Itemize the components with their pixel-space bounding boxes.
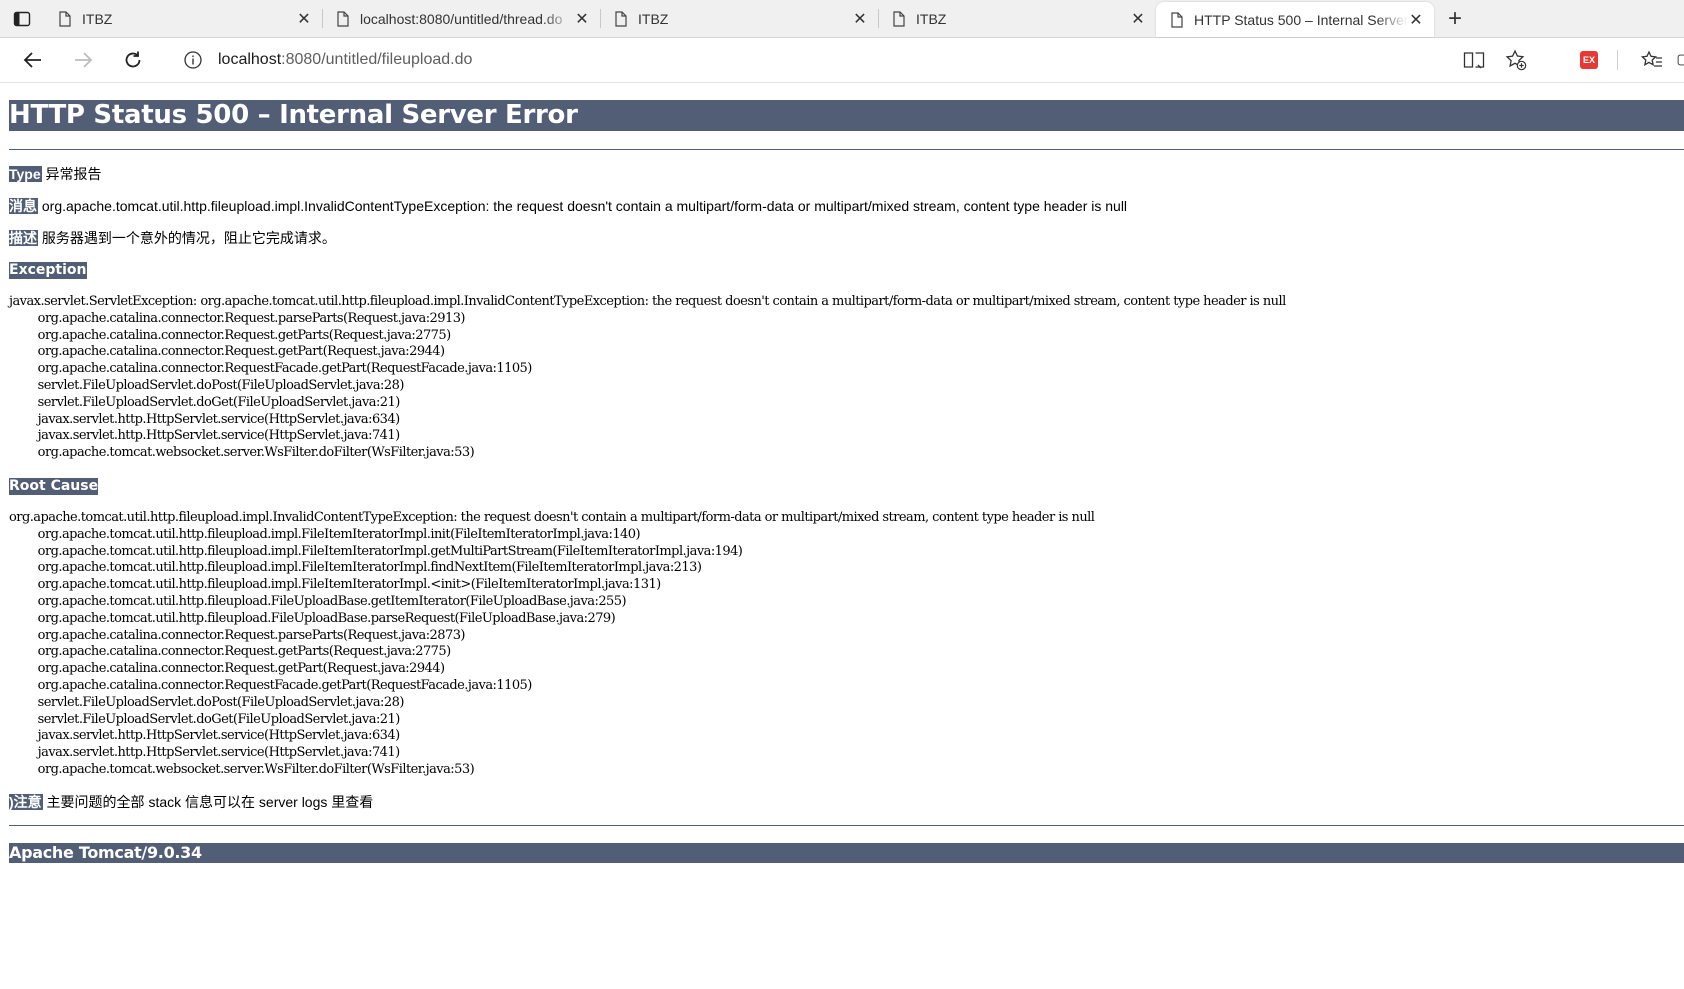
forward-arrow-icon [75,52,93,68]
tab-title: HTTP Status 500 – Internal Server Error [1194,11,1408,28]
type-label: Type [9,166,42,182]
description-value: 服务器遇到一个意外的情况，阻止它完成请求。 [38,230,336,246]
exception-heading: Exception [9,262,87,279]
back-button[interactable] [15,42,51,78]
reader-icon [1463,52,1485,69]
exception-stack-trace: javax.servlet.ServletException: org.apac… [9,294,1286,461]
message-row: 消息 org.apache.tomcat.util.http.fileuploa… [9,197,1684,215]
tab-title: ITBZ [916,10,947,27]
tab-bar: ITBZ ✕ localhost:8080/untitled/thread.do… [0,0,1684,38]
page-title: HTTP Status 500 – Internal Server Error [9,100,1684,131]
address-bar-actions [1450,42,1534,78]
note-value: 主要问题的全部 stack 信息可以在 server logs 里查看 [42,793,374,810]
message-label: 消息 [9,198,38,214]
collections-icon [1677,54,1684,66]
tab-actions-button[interactable] [0,0,44,37]
note-row: )注意 主要问题的全部 stack 信息可以在 server logs 里查看 [9,793,1684,811]
type-value: 异常报告 [41,166,102,182]
tab-close-icon[interactable]: ✕ [1130,11,1146,28]
url-path: :8080/untitled/fileupload.do [281,51,473,68]
info-icon[interactable] [182,49,204,71]
reload-button[interactable] [115,42,151,78]
root-cause-heading-wrap: Root Cause [9,477,1684,495]
tab-title: localhost:8080/untitled/thread.do [360,10,563,27]
favorites-icon [1641,50,1662,67]
immersive-reader-button[interactable] [1456,42,1492,78]
url-host: localhost [218,51,282,68]
collections-button[interactable] [1676,42,1684,78]
browser-tab[interactable]: ITBZ ✕ [44,0,322,37]
tab-close-icon[interactable]: ✕ [1408,12,1424,29]
reload-icon [125,51,141,68]
description-label: 描述 [9,230,38,246]
exception-heading-wrap: Exception [9,261,1684,279]
type-row: Type 异常报告 [9,165,1684,183]
add-favorite-button[interactable] [1498,42,1534,78]
new-tab-button[interactable]: + [1434,0,1476,37]
url-text[interactable]: localhost:8080/untitled/fileupload.do [218,51,472,69]
browser-tab-active[interactable]: HTTP Status 500 – Internal Server Error … [1156,2,1434,37]
tab-close-icon[interactable]: ✕ [296,11,312,28]
plus-icon: + [1447,4,1462,32]
tab-close-icon[interactable]: ✕ [574,11,590,28]
divider [9,824,1684,826]
extension-icon: EX [1580,51,1598,69]
page-icon [893,10,905,27]
tab-title: ITBZ [82,10,113,27]
note-label: )注意 [9,793,43,810]
browser-tab[interactable]: ITBZ ✕ [878,0,1156,37]
navigation-bar: localhost:8080/untitled/fileupload.do EX [0,38,1684,83]
divider [9,149,1684,150]
tab-actions-icon [13,11,31,26]
back-arrow-icon [23,52,41,68]
page-icon [1171,11,1183,28]
root-cause-stack-trace: org.apache.tomcat.util.http.fileupload.i… [9,509,1095,777]
extension-button[interactable]: EX [1571,42,1607,78]
description-row: 描述 服务器遇到一个意外的情况，阻止它完成请求。 [9,229,1684,247]
browser-tab[interactable]: ITBZ ✕ [600,0,878,37]
message-value: org.apache.tomcat.util.http.fileupload.i… [38,198,1128,214]
tab-close-icon[interactable]: ✕ [852,11,868,28]
server-footer: Apache Tomcat/9.0.34 [9,842,1684,863]
favorites-button[interactable] [1634,42,1670,78]
browser-tab[interactable]: localhost:8080/untitled/thread.do ✕ [322,0,600,37]
toolbar: EX [1565,42,1684,78]
page-icon [59,10,71,27]
page-icon [615,10,627,27]
page-icon [337,10,349,27]
star-add-icon [1505,49,1527,71]
address-bar[interactable]: localhost:8080/untitled/fileupload.do [168,42,1534,78]
tab-title: ITBZ [638,10,669,27]
error-page: HTTP Status 500 – Internal Server Error … [0,100,1684,863]
root-cause-heading: Root Cause [9,477,99,495]
toolbar-divider [1617,50,1618,70]
forward-button[interactable] [65,42,101,78]
